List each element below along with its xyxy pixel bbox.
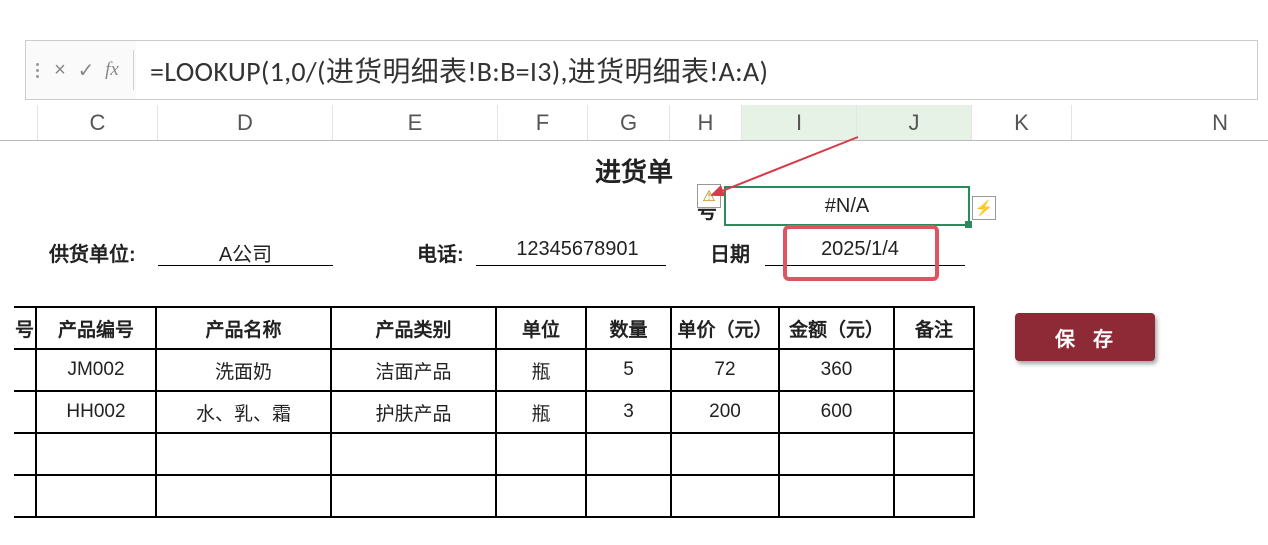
cancel-formula-button[interactable]: × <box>47 57 73 83</box>
cell-seq[interactable] <box>14 433 36 475</box>
th-amount[interactable]: 金额（元） <box>779 307 894 349</box>
cell-name[interactable] <box>156 433 331 475</box>
col-header-f[interactable]: F <box>498 105 588 140</box>
cell-cat[interactable] <box>331 433 496 475</box>
table-row[interactable]: HH002 水、乳、霜 护肤产品 瓶 3 200 600 <box>14 391 974 433</box>
col-header-j[interactable]: J <box>857 105 972 140</box>
formula-bar-controls: × ✓ fx <box>26 57 131 83</box>
cell-seq[interactable] <box>14 349 36 391</box>
col-header-i[interactable]: I <box>742 105 857 140</box>
cell-note[interactable] <box>894 391 974 433</box>
cell-unit[interactable] <box>496 433 586 475</box>
cell-cat[interactable]: 护肤产品 <box>331 391 496 433</box>
col-header-k[interactable]: K <box>972 105 1072 140</box>
save-button[interactable]: 保存 <box>1015 313 1155 361</box>
cell-unit[interactable] <box>496 475 586 517</box>
cell-qty[interactable] <box>586 475 671 517</box>
active-cell-value: #N/A <box>825 195 869 218</box>
date-value[interactable]: 2025/1/4 <box>790 238 930 261</box>
date-label: 日期 <box>710 238 750 267</box>
cell-note[interactable] <box>894 349 974 391</box>
phone-label: 电话: <box>417 238 464 267</box>
th-seq[interactable]: 号 <box>14 307 36 349</box>
cell-qty[interactable] <box>586 433 671 475</box>
drag-handle-icon[interactable] <box>32 63 47 78</box>
th-cat[interactable]: 产品类别 <box>331 307 496 349</box>
cell-cat[interactable] <box>331 475 496 517</box>
cell-amount[interactable]: 600 <box>779 391 894 433</box>
th-price[interactable]: 单价（元） <box>671 307 779 349</box>
fx-icon[interactable]: fx <box>99 57 125 83</box>
data-table: 号 产品编号 产品名称 产品类别 单位 数量 单价（元） 金额（元） 备注 JM… <box>14 306 975 518</box>
underline <box>158 265 333 266</box>
th-qty[interactable]: 数量 <box>586 307 671 349</box>
cell-seq[interactable] <box>14 391 36 433</box>
cell-price[interactable]: 72 <box>671 349 779 391</box>
phone-value[interactable]: 12345678901 <box>490 238 665 261</box>
cell-price[interactable] <box>671 433 779 475</box>
cell-amount[interactable] <box>779 475 894 517</box>
cell-code[interactable] <box>36 475 156 517</box>
cell-amount[interactable] <box>779 433 894 475</box>
cell-code[interactable]: HH002 <box>36 391 156 433</box>
col-header-d[interactable]: D <box>158 105 333 140</box>
col-header-g[interactable]: G <box>588 105 670 140</box>
worksheet-area[interactable]: 进货单 号 #N/A ⚠ ⚡ 供货单位: A公司 电话: 12345678901… <box>0 140 1268 545</box>
cell-unit[interactable]: 瓶 <box>496 349 586 391</box>
fill-handle-icon[interactable] <box>965 221 972 228</box>
warning-icon[interactable]: ⚠ <box>697 184 721 208</box>
cell-seq[interactable] <box>14 475 36 517</box>
cell-name[interactable]: 洗面奶 <box>156 349 331 391</box>
th-name[interactable]: 产品名称 <box>156 307 331 349</box>
th-code[interactable]: 产品编号 <box>36 307 156 349</box>
formula-input[interactable]: =LOOKUP(1,0/(进货明细表!B:B=I3),进货明细表!A:A) <box>136 41 1257 99</box>
col-header-blank[interactable] <box>0 105 38 140</box>
table-header-row: 号 产品编号 产品名称 产品类别 单位 数量 单价（元） 金额（元） 备注 <box>14 307 974 349</box>
th-unit[interactable]: 单位 <box>496 307 586 349</box>
cell-qty[interactable]: 3 <box>586 391 671 433</box>
col-header-h[interactable]: H <box>670 105 742 140</box>
cell-unit[interactable]: 瓶 <box>496 391 586 433</box>
col-header-c[interactable]: C <box>38 105 158 140</box>
supplier-label: 供货单位: <box>49 238 136 267</box>
cell-qty[interactable]: 5 <box>586 349 671 391</box>
table-row[interactable] <box>14 433 974 475</box>
formula-bar: × ✓ fx =LOOKUP(1,0/(进货明细表!B:B=I3),进货明细表!… <box>25 40 1258 100</box>
confirm-formula-button[interactable]: ✓ <box>73 57 99 83</box>
flash-fill-icon[interactable]: ⚡ <box>972 196 996 220</box>
cell-name[interactable]: 水、乳、霜 <box>156 391 331 433</box>
underline <box>765 265 965 266</box>
cell-price[interactable]: 200 <box>671 391 779 433</box>
page-title: 进货单 <box>0 152 1268 189</box>
divider <box>133 50 134 90</box>
underline <box>476 265 666 266</box>
th-note[interactable]: 备注 <box>894 307 974 349</box>
cell-note[interactable] <box>894 475 974 517</box>
col-header-n[interactable]: N <box>1072 105 1268 140</box>
active-cell[interactable]: #N/A <box>724 186 970 226</box>
col-header-e[interactable]: E <box>333 105 498 140</box>
cell-code[interactable]: JM002 <box>36 349 156 391</box>
cell-cat[interactable]: 洁面产品 <box>331 349 496 391</box>
supplier-value[interactable]: A公司 <box>158 238 333 267</box>
cell-name[interactable] <box>156 475 331 517</box>
cell-price[interactable] <box>671 475 779 517</box>
cell-note[interactable] <box>894 433 974 475</box>
table-row[interactable]: JM002 洗面奶 洁面产品 瓶 5 72 360 <box>14 349 974 391</box>
table-row[interactable] <box>14 475 974 517</box>
cell-code[interactable] <box>36 433 156 475</box>
column-header-row: C D E F G H I J K N <box>0 105 1268 141</box>
cell-amount[interactable]: 360 <box>779 349 894 391</box>
